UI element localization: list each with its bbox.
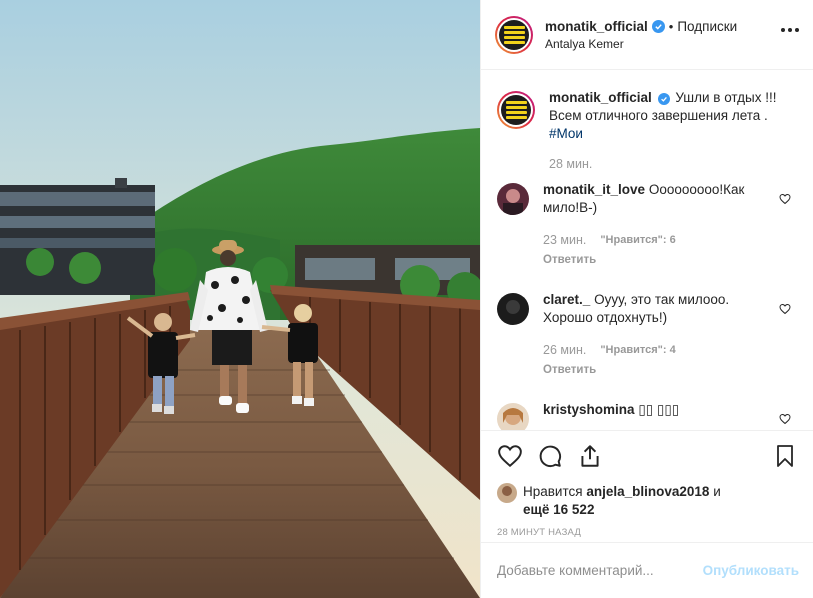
following-button[interactable]: Подписки — [677, 19, 737, 34]
avatar-image — [501, 95, 531, 125]
comment-username[interactable]: kristyshomina — [543, 402, 635, 417]
photo-illustration — [0, 0, 480, 598]
reply-button[interactable]: Ответить — [543, 361, 765, 379]
caption-time[interactable]: 28 мин. — [549, 155, 592, 173]
author-avatar[interactable] — [495, 15, 533, 54]
comment-item: claret._ Оууу, это так милооо. Хорошо от… — [497, 291, 797, 379]
add-comment-bar: Опубликовать — [481, 542, 813, 598]
comment-icon[interactable] — [537, 443, 563, 469]
heart-icon[interactable] — [779, 413, 791, 425]
verified-badge-icon — [651, 19, 665, 33]
commenter-avatar[interactable] — [497, 183, 529, 215]
caption-avatar[interactable] — [497, 91, 535, 129]
comment-username[interactable]: claret._ — [543, 292, 590, 307]
liker-username[interactable]: anjela_blinova2018 — [586, 484, 709, 499]
post-header: monatik_official • Подписки Antalya Keme… — [481, 0, 813, 70]
likes-count[interactable]: ещё 16 522 — [523, 502, 594, 517]
liker-avatar[interactable] — [497, 483, 517, 503]
instagram-post: monatik_official • Подписки Antalya Keme… — [0, 0, 813, 598]
post-photo[interactable] — [0, 0, 480, 598]
comment-likes[interactable]: "Нравится": 6 — [600, 231, 675, 249]
reply-button[interactable]: Ответить — [543, 251, 765, 269]
verified-badge-icon — [657, 93, 670, 105]
post-timestamp[interactable]: 28 МИНУТ НАЗАД — [497, 527, 797, 538]
comment-username[interactable]: monatik_it_love — [543, 182, 645, 197]
commenter-avatar[interactable] — [497, 293, 529, 325]
post-location[interactable]: Antalya Kemer — [545, 37, 737, 51]
likes-conjunction: и — [713, 484, 721, 499]
heart-icon[interactable] — [779, 303, 791, 315]
comment-likes[interactable]: "Нравится": 4 — [600, 341, 675, 359]
comment-item: kristyshomina ▯▯ ▯▯▯ — [497, 401, 797, 430]
more-options-icon[interactable] — [781, 28, 799, 32]
comment-item: monatik_it_love Ооооооооо!Как мило!В-) 2… — [497, 181, 797, 269]
likes-prefix: Нравится — [523, 484, 583, 499]
liked-by: Нравится anjela_blinova2018 и ещё 16 522 — [497, 483, 797, 519]
author-username[interactable]: monatik_official — [545, 19, 648, 34]
action-icons — [497, 441, 797, 471]
heart-icon[interactable] — [779, 193, 791, 205]
commenter-avatar[interactable] — [497, 403, 529, 430]
comment-time[interactable]: 26 мин. — [543, 341, 586, 359]
hashtag-link[interactable]: #Мои — [549, 126, 583, 141]
avatar-image — [499, 19, 529, 50]
publish-button[interactable]: Опубликовать — [703, 563, 799, 578]
post-panel: monatik_official • Подписки Antalya Keme… — [480, 0, 813, 598]
comments-list[interactable]: monatik_official Ушли в отдых !!! Всем о… — [481, 71, 813, 430]
share-icon[interactable] — [577, 443, 603, 469]
bookmark-icon[interactable] — [773, 443, 797, 469]
caption-username[interactable]: monatik_official — [549, 90, 652, 105]
comment-time[interactable]: 23 мин. — [543, 231, 586, 249]
comment-text: ▯▯ ▯▯▯ — [638, 402, 680, 417]
separator-dot: • — [668, 18, 674, 34]
comment-input[interactable] — [497, 563, 703, 578]
post-actions: Нравится anjela_blinova2018 и ещё 16 522… — [481, 430, 813, 540]
heart-icon[interactable] — [497, 443, 523, 469]
caption: monatik_official Ушли в отдых !!! Всем о… — [497, 89, 797, 173]
